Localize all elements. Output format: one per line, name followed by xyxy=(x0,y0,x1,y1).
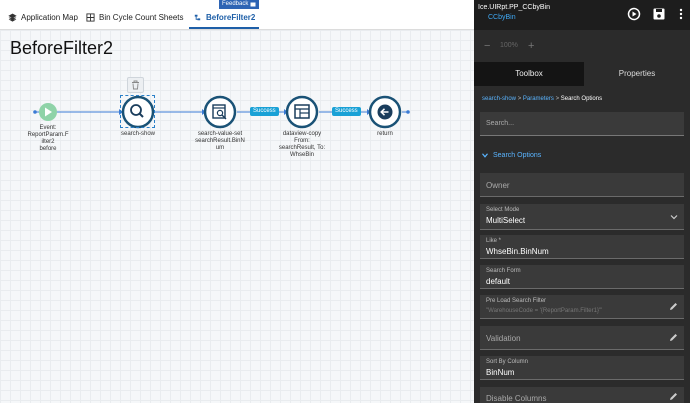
node-label-search-value-set: search-value-set searchResult.BinN um xyxy=(193,131,247,152)
field-value: WhseBin.BinNum xyxy=(486,247,549,256)
zoom-level: 100% xyxy=(500,42,518,49)
more-vertical-icon[interactable] xyxy=(674,7,688,21)
label-line: um xyxy=(215,145,225,151)
node-search-value-set[interactable] xyxy=(203,95,237,129)
select-mode-dropdown[interactable]: Select Mode MultiSelect xyxy=(480,204,684,230)
sort-by-column-field[interactable]: Sort By Column BinNum xyxy=(480,356,684,380)
field-label: Sort By Column xyxy=(486,359,529,365)
like-field[interactable]: Like * WhseBin.BinNum xyxy=(480,235,684,259)
label-line: search-value-set xyxy=(197,131,243,137)
label-line: From: xyxy=(294,138,310,144)
field-label: Owner xyxy=(486,181,510,190)
owner-field[interactable]: Owner xyxy=(480,173,684,197)
label-line: before xyxy=(39,146,57,152)
breadcrumb: search-show > Parameters > Search Option… xyxy=(482,96,602,102)
layer-subtitle: CCbyBin xyxy=(488,14,516,21)
preload-search-filter-field[interactable]: Pre Load Search Filter "WarehouseCode = … xyxy=(480,295,684,319)
disable-columns-field[interactable]: Disable Columns xyxy=(480,387,684,403)
label-line: ReportParam.F xyxy=(27,132,69,138)
label-line: searchResult.BinN xyxy=(195,138,245,144)
edit-pencil-icon[interactable] xyxy=(669,392,678,401)
field-value: MultiSelect xyxy=(486,216,526,225)
field-label: Search Form xyxy=(486,268,521,274)
field-label: Like * xyxy=(486,238,502,244)
search-form-field[interactable]: Search Form default xyxy=(480,265,684,289)
breadcrumb-current: Search Options xyxy=(560,96,603,102)
validation-field[interactable]: Validation xyxy=(480,326,684,350)
zoom-in-button[interactable]: + xyxy=(528,40,534,52)
field-label: Pre Load Search Filter xyxy=(486,298,547,304)
edit-pencil-icon[interactable] xyxy=(669,333,678,342)
node-label-return: return xyxy=(377,131,393,137)
breadcrumb-separator: > xyxy=(555,96,560,102)
zoom-out-button[interactable]: − xyxy=(484,40,490,52)
trash-icon xyxy=(132,80,139,90)
breadcrumb-search-show[interactable]: search-show xyxy=(482,96,516,102)
panel-tabs: Toolbox Properties xyxy=(474,62,690,86)
section-title: Search Options xyxy=(493,152,542,159)
breadcrumb-parameters[interactable]: Parameters xyxy=(523,96,554,102)
label-line: ilter2 xyxy=(41,139,55,145)
zoom-control: − 100% + xyxy=(474,30,690,62)
start-node-label: Event: ReportParam.F ilter2 before xyxy=(22,125,74,153)
properties-panel: Ice.UIRpt.PP_CCbyBin CCbyBin − 100% + To… xyxy=(474,0,690,403)
field-label: Select Mode xyxy=(486,207,520,213)
success-badge: Success xyxy=(332,107,361,116)
success-badge: Success xyxy=(250,107,279,116)
field-label: Disable Columns xyxy=(486,394,547,403)
panel-header: Ice.UIRpt.PP_CCbyBin CCbyBin xyxy=(474,0,690,30)
field-value: default xyxy=(486,277,511,286)
node-label-dataview-copy: dataview-copy From: searchResult, To: Wh… xyxy=(274,131,330,159)
property-search-input[interactable]: Search... xyxy=(480,112,684,136)
label-line: Event: xyxy=(39,125,57,131)
field-value: BinNum xyxy=(486,368,515,377)
chevron-down-icon xyxy=(670,215,678,220)
label-line: searchResult, To: xyxy=(278,145,326,151)
node-label-search-show: search-show xyxy=(120,131,155,137)
start-event-node[interactable] xyxy=(39,103,57,121)
edit-pencil-icon[interactable] xyxy=(669,302,678,311)
selection-box xyxy=(120,95,155,128)
save-icon[interactable] xyxy=(652,7,666,21)
search-placeholder: Search... xyxy=(486,120,515,127)
tab-toolbox[interactable]: Toolbox xyxy=(474,62,584,86)
breadcrumb-separator: > xyxy=(517,96,522,102)
node-return[interactable] xyxy=(368,95,402,129)
delete-node-button[interactable] xyxy=(127,77,144,93)
event-flow-diagram xyxy=(33,95,410,129)
chevron-down-icon xyxy=(482,153,488,158)
field-label: Validation xyxy=(486,334,521,343)
tab-properties[interactable]: Properties xyxy=(584,62,690,86)
label-line: dataview-copy xyxy=(282,131,322,137)
layer-name: Ice.UIRpt.PP_CCbyBin xyxy=(478,4,550,11)
section-search-options[interactable]: Search Options xyxy=(482,152,541,159)
label-line: WhseBin xyxy=(289,152,314,158)
node-dataview-copy[interactable] xyxy=(285,95,319,129)
field-value: "WarehouseCode = '{ReportParam.Filter1}'… xyxy=(486,308,603,314)
preview-play-icon[interactable] xyxy=(627,7,641,21)
